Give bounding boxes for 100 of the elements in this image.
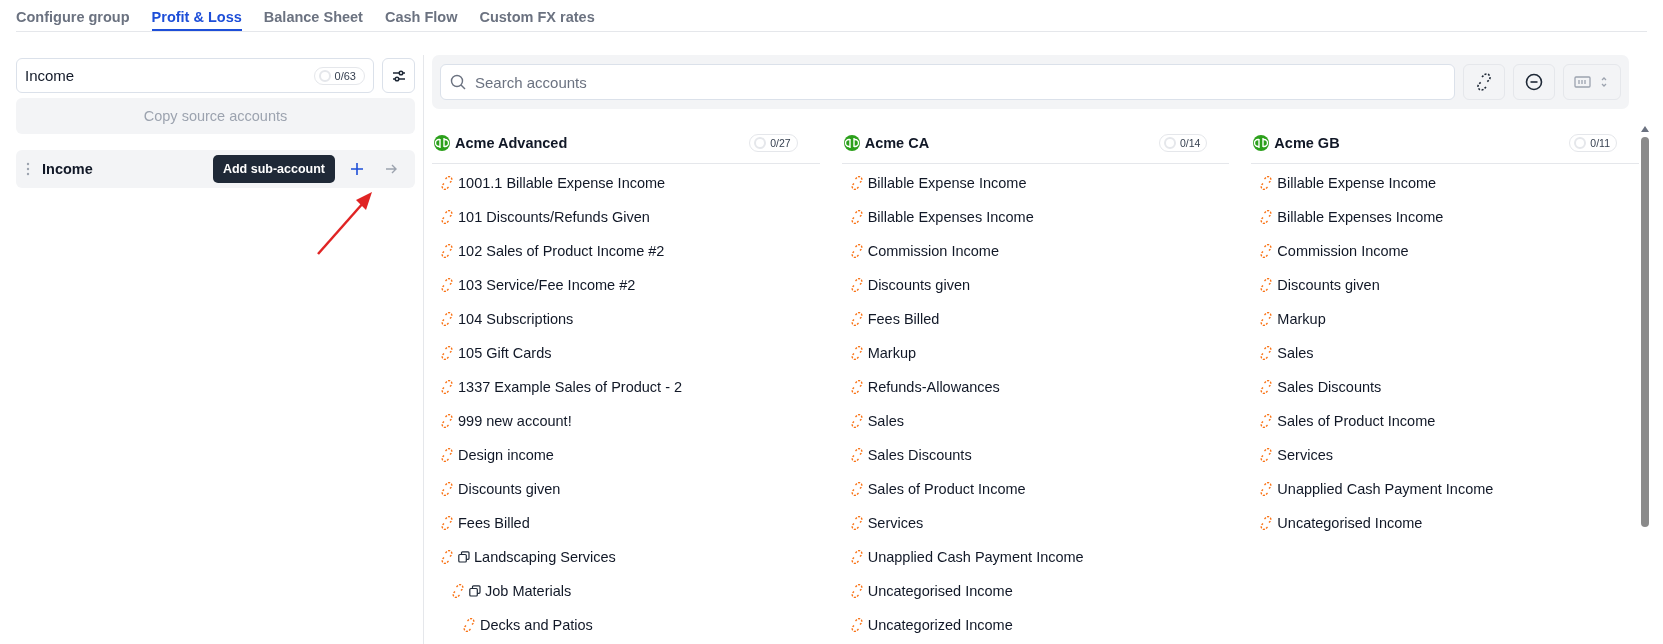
broken-link-icon xyxy=(440,312,454,326)
scrollbar-thumb[interactable] xyxy=(1641,137,1649,527)
account-name[interactable]: Job Materials xyxy=(485,583,572,599)
account-name[interactable]: Discounts given xyxy=(867,277,971,293)
broken-link-icon xyxy=(440,516,454,530)
annotation-arrow xyxy=(316,190,374,256)
tab[interactable]: Cash Flow xyxy=(384,0,458,31)
account-name[interactable]: Sales of Product Income xyxy=(867,481,1026,497)
broken-link-icon xyxy=(440,210,454,224)
broken-link-icon xyxy=(849,482,864,496)
arrow-right-icon xyxy=(385,163,397,175)
drag-handle-icon[interactable] xyxy=(26,162,30,176)
filter-settings-button[interactable] xyxy=(382,58,415,93)
tooltip: Add sub-account xyxy=(212,155,335,183)
account-name[interactable]: Markup xyxy=(1277,311,1326,327)
broken-link-icon xyxy=(1259,380,1274,394)
account-name[interactable]: Uncategorised Income xyxy=(1277,515,1423,531)
broken-link-icon xyxy=(462,618,476,632)
broken-link-icon xyxy=(849,210,864,224)
account-name[interactable]: Billable Expense Income xyxy=(1277,175,1437,191)
broken-link-icon xyxy=(1475,73,1493,91)
count-badge: 0/14 xyxy=(1158,134,1208,152)
account-name[interactable]: Decks and Patios xyxy=(480,617,593,633)
scroll-up-icon[interactable] xyxy=(1640,125,1650,133)
broken-link-icon xyxy=(440,550,454,564)
account-name[interactable]: Refunds-Allowances xyxy=(867,379,1000,395)
quickbooks-logo-icon xyxy=(843,135,860,151)
broken-link-icon xyxy=(1259,176,1274,190)
broken-link-icon xyxy=(440,244,454,258)
account-name[interactable]: Services xyxy=(1277,447,1333,463)
account-name[interactable]: Commission Income xyxy=(1277,243,1409,259)
account-name[interactable]: 1001.1 Billable Expense Income xyxy=(458,175,666,191)
account-name[interactable]: 103 Service/Fee Income #2 xyxy=(458,277,636,293)
broken-link-icon xyxy=(440,346,454,360)
account-name[interactable]: Uncategorised Income xyxy=(867,583,1013,599)
account-name[interactable]: Sales Discounts xyxy=(867,447,972,463)
count-badge: 0/27 xyxy=(749,134,798,152)
broken-link-icon xyxy=(1259,482,1274,496)
broken-link-icon xyxy=(849,380,864,394)
collapse-button[interactable] xyxy=(1513,64,1555,100)
account-name[interactable]: 102 Sales of Product Income #2 xyxy=(458,243,665,259)
broken-link-icon xyxy=(849,244,864,258)
account-name[interactable]: Design income xyxy=(458,447,554,463)
account-name[interactable]: Commission Income xyxy=(867,243,999,259)
broken-link-icon xyxy=(1259,312,1274,326)
account-name[interactable]: Landscaping Services xyxy=(474,549,616,565)
broken-link-icon xyxy=(1259,244,1274,258)
broken-link-icon xyxy=(849,176,864,190)
broken-link-icon xyxy=(1259,346,1274,360)
broken-link-icon xyxy=(849,516,864,530)
account-name[interactable]: Sales xyxy=(867,413,904,429)
account-name[interactable]: Unapplied Cash Payment Income xyxy=(867,549,1084,565)
broken-link-icon xyxy=(1259,414,1274,428)
source-name: Acme CA xyxy=(864,135,931,151)
account-name[interactable]: Uncategorized Income xyxy=(867,617,1013,633)
account-name[interactable]: Unapplied Cash Payment Income xyxy=(1277,481,1494,497)
account-name[interactable]: 105 Gift Cards xyxy=(458,345,552,361)
count-badge: 0/63 xyxy=(313,66,365,85)
account-name[interactable]: Services xyxy=(867,515,924,531)
account-name[interactable]: Sales Discounts xyxy=(1277,379,1382,395)
tab[interactable]: Configure group xyxy=(16,0,130,31)
broken-link-icon xyxy=(849,618,864,632)
broken-link-icon xyxy=(1259,278,1274,292)
group-name-field[interactable]: Income 0/63 xyxy=(16,58,374,93)
tab[interactable]: Balance Sheet xyxy=(263,0,363,31)
source-name: Acme Advanced xyxy=(455,135,569,151)
account-name[interactable]: 1337 Example Sales of Product - 2 xyxy=(458,379,683,395)
broken-link-icon xyxy=(849,448,864,462)
search-icon xyxy=(450,74,466,90)
stacked-squares-icon xyxy=(458,551,470,563)
broken-link-icon xyxy=(849,312,864,326)
account-name[interactable]: Billable Expenses Income xyxy=(1277,209,1444,225)
broken-link-icon xyxy=(849,346,864,360)
account-name[interactable]: Markup xyxy=(867,345,917,361)
account-name[interactable]: Sales xyxy=(1277,345,1314,361)
tab[interactable]: Custom FX rates xyxy=(479,0,595,31)
broken-link-icon xyxy=(1259,448,1274,462)
account-name[interactable]: Discounts given xyxy=(458,481,561,497)
broken-link-icon xyxy=(440,414,454,428)
account-name[interactable]: 999 new account! xyxy=(458,413,572,429)
unlink-button[interactable] xyxy=(1463,64,1505,100)
account-name[interactable]: Billable Expense Income xyxy=(867,175,1027,191)
account-name[interactable]: Fees Billed xyxy=(867,311,940,327)
stacked-squares-icon xyxy=(469,585,481,597)
quickbooks-logo-icon xyxy=(1253,135,1270,151)
broken-link-icon xyxy=(1259,210,1274,224)
broken-link-icon xyxy=(1259,516,1274,530)
account-name[interactable]: 104 Subscriptions xyxy=(458,311,574,327)
broken-link-icon xyxy=(849,584,864,598)
account-name[interactable]: Billable Expenses Income xyxy=(867,209,1034,225)
account-name[interactable]: Discounts given xyxy=(1277,277,1380,293)
account-name[interactable]: 101 Discounts/Refunds Given xyxy=(458,209,650,225)
quickbooks-logo-icon xyxy=(434,135,450,151)
tab[interactable]: Profit & Loss xyxy=(151,0,242,31)
plus-icon xyxy=(351,163,363,175)
count-badge: 0/11 xyxy=(1569,134,1617,152)
search-field[interactable]: Search accounts xyxy=(440,64,1455,100)
minus-circle-icon xyxy=(1525,73,1543,91)
account-name[interactable]: Fees Billed xyxy=(458,515,530,531)
account-name[interactable]: Sales of Product Income xyxy=(1277,413,1436,429)
